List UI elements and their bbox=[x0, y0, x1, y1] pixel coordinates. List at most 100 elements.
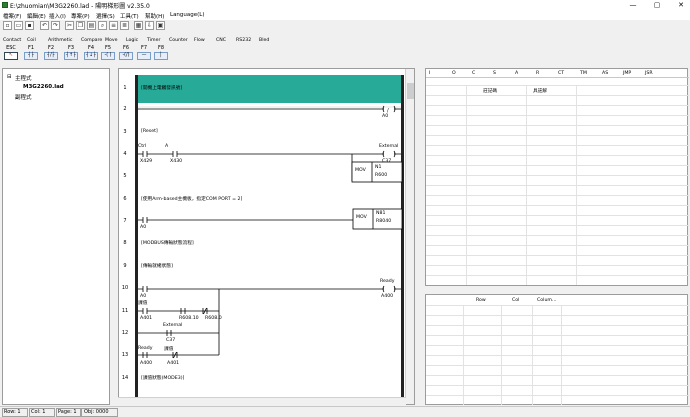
coil-label: A400 bbox=[381, 294, 394, 299]
tab-ct[interactable]: CT bbox=[558, 71, 564, 76]
cut-icon[interactable]: ✂ bbox=[65, 21, 74, 30]
contact-address: R608.0 bbox=[205, 316, 222, 321]
column-header: 具註解 bbox=[533, 89, 548, 94]
tab-jmp[interactable]: JMP bbox=[623, 71, 631, 76]
tab-logic[interactable]: Logic bbox=[126, 38, 138, 43]
tab-compare[interactable]: Compare bbox=[81, 38, 102, 43]
tab-r[interactable]: R bbox=[536, 71, 539, 76]
tab-move[interactable]: Move bbox=[105, 38, 118, 43]
f2-key[interactable]: F2 ┤/├ bbox=[43, 45, 59, 63]
close-button[interactable]: ✕ bbox=[674, 0, 688, 11]
tab-jsr[interactable]: JSR bbox=[645, 71, 653, 76]
esc-key[interactable]: ESC ↖ bbox=[3, 45, 19, 63]
tree-expand-icon[interactable]: ⊟ bbox=[7, 74, 12, 80]
v-line-icon: │ bbox=[154, 52, 168, 60]
rung-number: 5 bbox=[123, 173, 127, 179]
menu-language[interactable]: Language(L) bbox=[170, 12, 205, 18]
scroll-thumb[interactable] bbox=[407, 83, 414, 99]
tab-bled[interactable]: Bled bbox=[259, 38, 269, 43]
rung-comment[interactable]: [課值狀態(MODE3)] bbox=[141, 375, 184, 381]
f8-key[interactable]: F8 │ bbox=[153, 45, 169, 63]
f1-key[interactable]: F1 ┤├ bbox=[23, 45, 39, 63]
rung-number: 3 bbox=[123, 129, 127, 135]
window-title: E:\zhuomian\M3G2260.lad - 陽明梯形圖 v2.35.0 bbox=[10, 3, 150, 10]
menu-project[interactable]: 專案(P) bbox=[71, 12, 90, 20]
f5-key[interactable]: F5 -( ) bbox=[100, 45, 116, 63]
status-row: Row: 1 bbox=[4, 409, 21, 415]
rung-number: 2 bbox=[123, 106, 127, 112]
tab-o[interactable]: O bbox=[452, 71, 456, 76]
f4-key[interactable]: F4 ┤↓├ bbox=[83, 45, 99, 63]
minimize-button[interactable]: — bbox=[626, 0, 640, 11]
contact-address: A0 bbox=[140, 294, 147, 299]
tab-contact[interactable]: Contact bbox=[3, 38, 21, 43]
menu-file[interactable]: 檔案(F) bbox=[3, 12, 21, 20]
tab-s[interactable]: S bbox=[493, 71, 496, 76]
tab-a[interactable]: A bbox=[515, 71, 518, 76]
copy-icon[interactable]: ❐ bbox=[76, 21, 85, 30]
find-icon[interactable]: ⌕ bbox=[98, 21, 107, 30]
paste-icon[interactable]: ▤ bbox=[87, 21, 96, 30]
tab-timer[interactable]: Timer bbox=[147, 38, 160, 43]
tree-sub-program[interactable]: 副程式 bbox=[15, 93, 32, 101]
f7-key[interactable]: F7— bbox=[136, 45, 152, 63]
contact-address: A400 bbox=[140, 361, 153, 366]
contact-comment: Ctrl bbox=[138, 144, 147, 149]
ladder-horizontal-scrollbar[interactable] bbox=[118, 397, 406, 405]
tab-coil[interactable]: Coil bbox=[27, 38, 36, 43]
coil-label: A0 bbox=[382, 114, 389, 119]
tab-rs232[interactable]: RS232 bbox=[236, 38, 251, 43]
tab-tm[interactable]: TM bbox=[580, 71, 587, 76]
menu-edit[interactable]: 編輯(E) bbox=[27, 12, 46, 20]
status-bar: Row: 1 Col: 1 Page: 1 Obj: 0000 bbox=[0, 406, 690, 417]
tab-flow[interactable]: Flow bbox=[194, 38, 205, 43]
redo-icon[interactable]: ↷ bbox=[51, 21, 60, 30]
f6-key[interactable]: F6 -(/) bbox=[118, 45, 134, 63]
menu-tools[interactable]: 工具(T) bbox=[120, 12, 139, 20]
ladder-vertical-scrollbar[interactable] bbox=[405, 69, 414, 404]
download-icon[interactable]: ⇩ bbox=[145, 21, 154, 30]
tree-main-program[interactable]: 主程式 bbox=[15, 74, 32, 82]
maximize-button[interactable]: ▢ bbox=[650, 0, 664, 11]
rung-comment[interactable]: [傳輸就緒狀態] bbox=[141, 263, 173, 269]
contact-address: A401 bbox=[167, 361, 180, 366]
tab-cnc[interactable]: CNC bbox=[216, 38, 226, 43]
undo-icon[interactable]: ↶ bbox=[40, 21, 49, 30]
f3-key[interactable]: F3 ┤↑├ bbox=[63, 45, 79, 63]
compile-icon[interactable]: ▦ bbox=[134, 21, 143, 30]
ladder-diagram: / bbox=[135, 75, 404, 399]
menu-insert[interactable]: 插入(I) bbox=[49, 12, 66, 20]
rung-number: 8 bbox=[123, 240, 127, 246]
contact-address: A0 bbox=[140, 225, 147, 230]
save-icon[interactable]: ▪ bbox=[25, 21, 34, 30]
function-block-arg: N1 bbox=[375, 165, 382, 170]
monitor-icon[interactable]: ▣ bbox=[156, 21, 165, 30]
coil-comment: Ready bbox=[380, 279, 395, 284]
tab-c[interactable]: C bbox=[472, 71, 475, 76]
rung-comment[interactable]: [使用Arm-based主機板，指定COM PORT = 2] bbox=[141, 196, 242, 202]
tab-i[interactable]: I bbox=[429, 71, 430, 76]
insert-row-icon[interactable]: ≡ bbox=[109, 21, 118, 30]
tab-counter[interactable]: Counter bbox=[169, 38, 188, 43]
tab-as[interactable]: AS bbox=[602, 71, 608, 76]
rung-number: 10 bbox=[121, 285, 129, 291]
rung-comment[interactable]: [開機上電觸發訊號] bbox=[141, 85, 182, 91]
tab-arithmetic[interactable]: Arithmetic bbox=[48, 38, 72, 43]
delete-row-icon[interactable]: ≣ bbox=[120, 21, 129, 30]
menu-help[interactable]: 幫助(H) bbox=[145, 12, 164, 20]
title-bar: E:\zhuomian\M3G2260.lad - 陽明梯形圖 v2.35.0 … bbox=[0, 0, 690, 11]
new-file-icon[interactable]: ▫ bbox=[3, 21, 12, 30]
rung-comment[interactable]: [MODBUS傳輸狀態流程] bbox=[141, 240, 194, 246]
contact-comment: 課值 bbox=[138, 301, 148, 306]
device-tabs: I O C S A R CT TM AS JMP JSR bbox=[426, 69, 689, 78]
project-tree: ⊟ 主程式 M3G2260.lad 副程式 bbox=[2, 68, 110, 405]
instruction-tabs: Contact Coil Arithmetic Compare Move Log… bbox=[0, 37, 300, 45]
h-line-icon: — bbox=[137, 52, 151, 60]
rung-number: 6 bbox=[123, 196, 127, 202]
rung-comment[interactable]: [Reset] bbox=[141, 129, 158, 134]
tree-file-item[interactable]: M3G2260.lad bbox=[23, 84, 64, 90]
open-folder-icon[interactable]: ▭ bbox=[14, 21, 23, 30]
ladder-editor[interactable]: / 1 2 3 4 5 6 7 8 9 10 11 12 13 14 [開機上電… bbox=[118, 68, 415, 405]
pointer-icon: ↖ bbox=[4, 52, 18, 60]
menu-select[interactable]: 選擇(S) bbox=[96, 12, 115, 20]
